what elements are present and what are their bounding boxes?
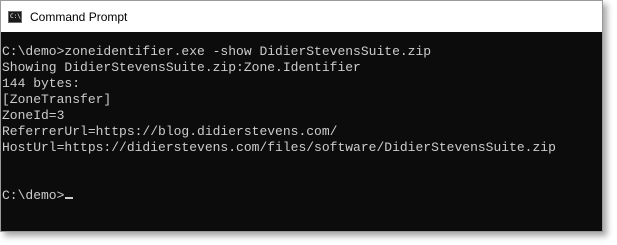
console-line: [ZoneTransfer]	[2, 92, 112, 107]
window-title: Command Prompt	[30, 9, 128, 24]
console-line: ReferrerUrl=https://blog.didierstevens.c…	[2, 124, 338, 139]
cmd-icon: C:\	[8, 10, 22, 23]
console-line: ZoneId=3	[2, 108, 65, 123]
text-cursor	[65, 197, 74, 199]
console-line: Showing DidierStevensSuite.zip:Zone.Iden…	[2, 60, 361, 75]
title-bar[interactable]: C:\ Command Prompt	[1, 1, 602, 32]
console-line: 144 bytes:	[2, 76, 81, 91]
console-line: HostUrl=https://didierstevens.com/files/…	[2, 140, 556, 155]
console-line: C:\demo>zoneidentifier.exe -show DidierS…	[2, 44, 432, 59]
prompt-line[interactable]: C:\demo>	[2, 188, 602, 204]
console-output[interactable]: C:\demo>zoneidentifier.exe -show DidierS…	[1, 32, 602, 231]
prompt-text: C:\demo>	[2, 188, 65, 203]
command-prompt-window: C:\ Command Prompt C:\demo>zoneidentifie…	[0, 0, 603, 232]
